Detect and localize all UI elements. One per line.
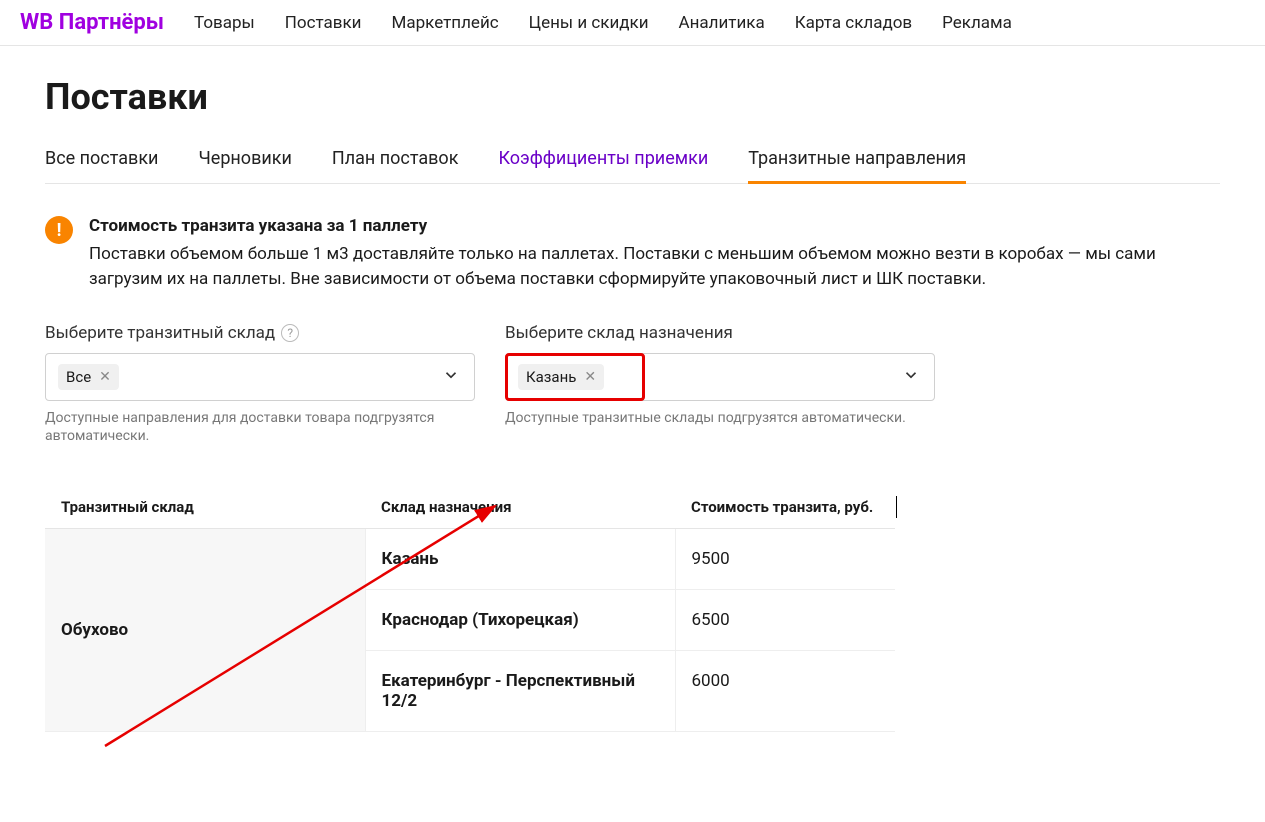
nav-item-products[interactable]: Товары	[194, 13, 255, 33]
nav-item-prices[interactable]: Цены и скидки	[529, 13, 649, 33]
chevron-down-icon	[442, 366, 460, 388]
notice-banner: ! Стоимость транзита указана за 1 паллет…	[45, 214, 1220, 293]
transit-chip: Все ✕	[58, 364, 119, 390]
filter-transit-label: Выберите транзитный склад ?	[45, 323, 475, 343]
cell-cost: 6500	[675, 590, 895, 651]
exclamation-icon: !	[45, 216, 73, 244]
tabs: Все поставки Черновики План поставок Коэ…	[45, 148, 1220, 184]
th-destination: Склад назначения	[365, 486, 675, 529]
top-nav: WB Партнёры Товары Поставки Маркетплейс …	[0, 0, 1265, 46]
brand-logo[interactable]: WB Партнёры	[20, 10, 164, 35]
help-icon[interactable]: ?	[281, 324, 299, 342]
notice-body: Стоимость транзита указана за 1 паллету …	[89, 214, 1220, 293]
th-cost: Стоимость транзита, руб.	[675, 486, 895, 529]
cell-destination: Краснодар (Тихорецкая)	[365, 590, 675, 651]
tab-drafts[interactable]: Черновики	[198, 148, 291, 184]
filter-destination: Выберите склад назначения Казань ✕ Досту…	[505, 323, 935, 447]
notice-title: Стоимость транзита указана за 1 паллету	[89, 214, 1220, 240]
tab-plan[interactable]: План поставок	[332, 148, 459, 184]
transit-chip-label: Все	[66, 368, 91, 386]
transit-table: Транзитный склад Склад назначения Стоимо…	[45, 486, 895, 732]
nav-item-warehouse-map[interactable]: Карта складов	[795, 13, 912, 33]
nav-item-analytics[interactable]: Аналитика	[679, 13, 765, 33]
destination-chip: Казань ✕	[518, 364, 604, 390]
filter-transit-hint: Доступные направления для доставки товар…	[45, 409, 475, 447]
cell-destination: Казань	[365, 529, 675, 590]
tab-transit-directions[interactable]: Транзитные направления	[748, 148, 966, 184]
th-transit: Транзитный склад	[45, 486, 365, 529]
cell-cost: 6000	[675, 651, 895, 732]
nav-item-marketplace[interactable]: Маркетплейс	[392, 13, 499, 33]
filter-destination-hint: Доступные транзитные склады подгрузятся …	[505, 409, 935, 428]
filters-row: Выберите транзитный склад ? Все ✕ Доступ…	[45, 323, 1220, 447]
destination-chip-label: Казань	[526, 368, 576, 386]
transit-select[interactable]: Все ✕	[45, 353, 475, 401]
filter-transit: Выберите транзитный склад ? Все ✕ Доступ…	[45, 323, 475, 447]
cell-destination: Екатеринбург - Перспективный 12/2	[365, 651, 675, 732]
cell-cost: 9500	[675, 529, 895, 590]
notice-text: Поставки объемом больше 1 м3 доставляйте…	[89, 242, 1220, 293]
destination-chip-highlight[interactable]: Казань ✕	[505, 353, 645, 401]
filter-destination-label: Выберите склад назначения	[505, 323, 935, 343]
cell-transit-group: Обухово	[45, 529, 365, 732]
chevron-down-icon	[902, 366, 920, 388]
nav-item-ads[interactable]: Реклама	[942, 13, 1012, 33]
text-cursor	[896, 496, 897, 518]
tab-all-supplies[interactable]: Все поставки	[45, 148, 158, 184]
tab-coefficients[interactable]: Коэффициенты приемки	[498, 148, 708, 184]
table-row: Обухово Казань 9500	[45, 529, 895, 590]
page-title: Поставки	[45, 76, 1220, 118]
main-content: Поставки Все поставки Черновики План пос…	[0, 46, 1265, 762]
close-icon[interactable]: ✕	[584, 369, 596, 385]
nav-item-supplies[interactable]: Поставки	[285, 13, 362, 33]
close-icon[interactable]: ✕	[99, 369, 111, 385]
